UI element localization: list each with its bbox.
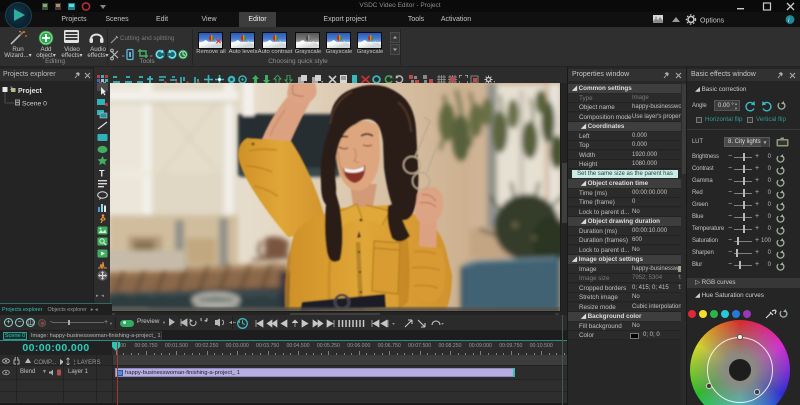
svg-text:Scene 0: Scene 0: [22, 101, 47, 108]
svg-text:Options: Options: [700, 17, 725, 24]
svg-text:COMP...: COMP...: [34, 360, 57, 365]
svg-text:Project: Project: [18, 88, 42, 95]
